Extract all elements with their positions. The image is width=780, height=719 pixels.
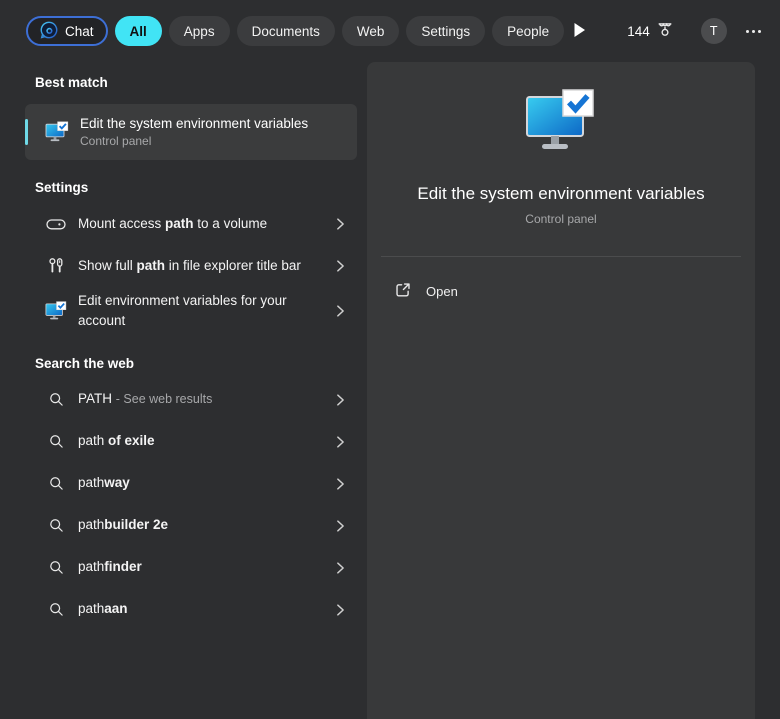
list-item-label: pathfinder [78,559,142,575]
rewards-trophy-icon [656,21,674,42]
preview-subtitle: Control panel [525,212,597,226]
list-item-label: pathway [78,475,130,491]
drive-icon [45,218,67,231]
best-match-title: Edit the system environment variables [80,116,309,131]
chevron-right-icon [336,603,345,617]
search-icon [45,602,67,617]
rewards-count: 144 [627,23,650,39]
chat-label: Chat [65,23,94,39]
best-match-header: Best match [35,75,108,90]
list-item[interactable]: pathaan [25,589,357,631]
chevron-right-icon [336,477,345,491]
search-filter-bar: Chat All Apps Documents Web Settings People 1… [0,0,780,62]
chevron-right-icon [336,259,345,273]
section-header: Settings [35,180,89,195]
system-env-monitor-large-icon [524,88,598,154]
chevron-right-icon [336,393,345,407]
tab-all[interactable]: All [114,16,162,46]
list-item[interactable]: path of exile [25,421,357,463]
list-item[interactable]: pathway [25,463,357,505]
results-panel: Best match Edit the system environment v… [0,62,366,719]
list-item-label: Edit environment variables for your acco… [78,293,287,329]
list-item[interactable]: pathbuilder 2e [25,505,357,547]
tab-documents[interactable]: Documents [236,16,335,46]
chevron-right-icon [336,217,345,231]
chevron-right-icon [336,561,345,575]
search-icon [45,518,67,533]
list-item[interactable]: pathfinder [25,547,357,589]
topbar-right-group: 144 T [571,13,780,49]
account-avatar[interactable]: T [700,18,727,44]
preview-panel: Edit the system environment variables Co… [367,62,755,719]
section-list: Mount access path to a volume Show full p… [0,203,366,336]
system-env-monitor-icon [45,121,69,143]
rewards-button[interactable]: 144 [621,20,680,43]
list-item[interactable]: Show full path in file explorer title ba… [25,245,357,287]
bing-chat-icon [40,21,58,42]
play-icon [573,22,586,41]
avatar-initial: T [709,24,718,38]
chevron-right-icon [336,519,345,533]
filter-tabs: All Apps Documents Web Settings People [114,16,565,46]
section-list: PATH - See web results path of exile pathw… [0,379,366,631]
selection-accent-bar [25,119,28,145]
list-item-label: pathaan [78,601,128,617]
search-icon [45,560,67,575]
play-button[interactable] [571,20,588,43]
open-action[interactable]: Open [381,273,741,310]
system-env-monitor-icon [45,300,67,322]
list-item-label: path of exile [78,433,155,449]
search-icon [45,476,67,491]
best-match-text: Edit the system environment variables Co… [80,116,308,148]
search-icon [45,434,67,449]
list-item[interactable]: PATH - See web results [25,379,357,421]
tab-settings[interactable]: Settings [406,16,486,46]
result-sections: Settings Mount access path to a volume Sho… [0,180,366,631]
open-label: Open [426,284,458,299]
tab-apps[interactable]: Apps [168,16,230,46]
list-item-label: PATH - See web results [78,391,213,407]
best-match-item[interactable]: Edit the system environment variables Co… [25,104,357,160]
list-item[interactable]: Edit environment variables for your acco… [25,287,357,336]
tools-icon [45,257,67,275]
list-item-label: Show full path in file explorer title ba… [78,257,301,273]
tab-web[interactable]: Web [341,16,400,46]
search-icon [45,392,67,407]
list-item[interactable]: Mount access path to a volume [25,203,357,245]
preview-title: Edit the system environment variables [417,184,705,203]
tab-people[interactable]: People [492,16,565,46]
chevron-right-icon [336,304,345,318]
list-item-label: Mount access path to a volume [78,215,268,231]
section-header: Search the web [35,355,135,371]
best-match-subtitle: Control panel [80,134,152,148]
list-item-label: pathbuilder 2e [78,517,169,533]
chat-button[interactable]: Chat [26,16,108,46]
open-external-icon [395,282,411,301]
more-options-button[interactable] [744,24,763,39]
chevron-right-icon [336,435,345,449]
preview-divider [381,256,741,257]
